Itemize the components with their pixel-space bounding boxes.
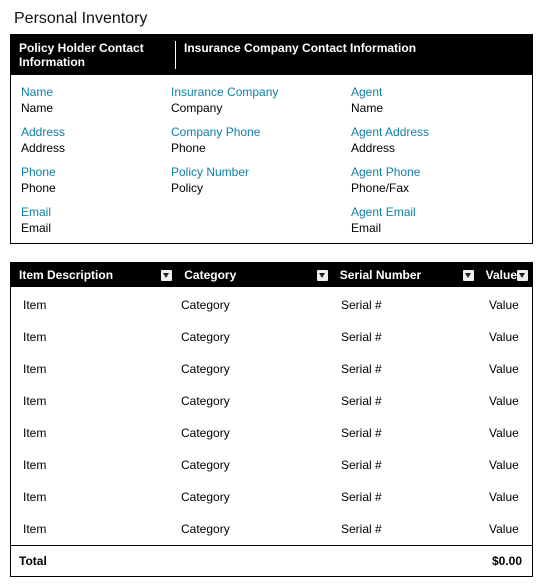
- contact-header-policy: Policy Holder Contact Information: [19, 41, 176, 69]
- cell-serial: Serial #: [341, 362, 483, 376]
- cell-category: Category: [181, 522, 341, 536]
- field-value: Address: [21, 141, 171, 155]
- cell-item: Item: [19, 458, 181, 472]
- header-serial-number[interactable]: Serial Number: [332, 268, 478, 282]
- inventory-card: Item Description Category Serial Number …: [10, 262, 533, 577]
- contact-row: Address AddressCompany Phone PhoneAgent Ad…: [21, 125, 522, 155]
- contact-card: Policy Holder Contact Information Insura…: [10, 34, 533, 244]
- cell-category: Category: [181, 298, 341, 312]
- cell-category: Category: [181, 330, 341, 344]
- inventory-body: ItemCategorySerial #ValueItemCategorySer…: [11, 287, 532, 545]
- table-row: ItemCategorySerial #Value: [19, 353, 524, 385]
- cell-serial: Serial #: [341, 458, 483, 472]
- table-row: ItemCategorySerial #Value: [19, 289, 524, 321]
- cell-category: Category: [181, 426, 341, 440]
- table-row: ItemCategorySerial #Value: [19, 417, 524, 449]
- header-value[interactable]: Value: [478, 268, 532, 282]
- total-value: $0.00: [492, 554, 524, 568]
- contact-field: Address Address: [21, 125, 171, 155]
- field-label: Phone: [21, 165, 171, 179]
- cell-item: Item: [19, 362, 181, 376]
- contact-field: Insurance Company Company: [171, 85, 351, 115]
- contact-field: Name Name: [21, 85, 171, 115]
- cell-item: Item: [19, 330, 181, 344]
- header-category[interactable]: Category: [176, 268, 332, 282]
- contact-field: Agent Address Address: [351, 125, 522, 155]
- cell-value: Value: [483, 490, 524, 504]
- filter-icon[interactable]: [517, 270, 528, 281]
- cell-category: Category: [181, 394, 341, 408]
- field-label: Agent Phone: [351, 165, 522, 179]
- page-title: Personal Inventory: [14, 10, 533, 28]
- cell-value: Value: [483, 362, 524, 376]
- contact-field: Email Email: [21, 205, 171, 235]
- contact-row: Email Email Agent Email Email: [21, 205, 522, 235]
- cell-item: Item: [19, 490, 181, 504]
- inventory-total-row: Total $0.00: [11, 545, 532, 576]
- cell-item: Item: [19, 426, 181, 440]
- field-label: Company Phone: [171, 125, 351, 139]
- field-value: Phone: [171, 141, 351, 155]
- cell-value: Value: [483, 522, 524, 536]
- cell-value: Value: [483, 458, 524, 472]
- cell-serial: Serial #: [341, 330, 483, 344]
- field-value: Address: [351, 141, 522, 155]
- contact-header-insurance: Insurance Company Contact Information: [176, 41, 524, 69]
- filter-icon[interactable]: [463, 270, 474, 281]
- filter-icon[interactable]: [161, 270, 172, 281]
- field-value: Email: [21, 221, 171, 235]
- cell-value: Value: [483, 394, 524, 408]
- field-value: Email: [351, 221, 522, 235]
- field-label: Address: [21, 125, 171, 139]
- table-row: ItemCategorySerial #Value: [19, 481, 524, 513]
- field-value: Name: [21, 101, 171, 115]
- cell-value: Value: [483, 426, 524, 440]
- field-value: Company: [171, 101, 351, 115]
- contact-field: [171, 205, 351, 235]
- cell-serial: Serial #: [341, 522, 483, 536]
- field-value: Phone: [21, 181, 171, 195]
- cell-category: Category: [181, 458, 341, 472]
- contact-field: Agent Email Email: [351, 205, 522, 235]
- field-label: Insurance Company: [171, 85, 351, 99]
- table-row: ItemCategorySerial #Value: [19, 513, 524, 545]
- field-label: Email: [21, 205, 171, 219]
- filter-icon[interactable]: [317, 270, 328, 281]
- table-row: ItemCategorySerial #Value: [19, 449, 524, 481]
- field-value: Policy: [171, 181, 351, 195]
- field-label: Name: [21, 85, 171, 99]
- field-value: Name: [351, 101, 522, 115]
- inventory-header: Item Description Category Serial Number …: [11, 263, 532, 287]
- cell-serial: Serial #: [341, 298, 483, 312]
- contact-field: Phone Phone: [21, 165, 171, 195]
- cell-category: Category: [181, 490, 341, 504]
- contact-row: Phone PhonePolicy Number PolicyAgent Phone…: [21, 165, 522, 195]
- cell-serial: Serial #: [341, 426, 483, 440]
- field-label: Agent Email: [351, 205, 522, 219]
- contact-field: Agent Name: [351, 85, 522, 115]
- header-item-description[interactable]: Item Description: [11, 268, 176, 282]
- cell-item: Item: [19, 298, 181, 312]
- table-row: ItemCategorySerial #Value: [19, 321, 524, 353]
- contact-field: Company Phone Phone: [171, 125, 351, 155]
- cell-value: Value: [483, 298, 524, 312]
- cell-category: Category: [181, 362, 341, 376]
- field-label: Policy Number: [171, 165, 351, 179]
- field-label: Agent Address: [351, 125, 522, 139]
- cell-item: Item: [19, 394, 181, 408]
- contact-field: Policy Number Policy: [171, 165, 351, 195]
- cell-value: Value: [483, 330, 524, 344]
- cell-serial: Serial #: [341, 490, 483, 504]
- contact-field: Agent Phone Phone/Fax: [351, 165, 522, 195]
- contact-row: Name NameInsurance Company CompanyAgent Nam…: [21, 85, 522, 115]
- total-label: Total: [19, 554, 492, 568]
- table-row: ItemCategorySerial #Value: [19, 385, 524, 417]
- field-label: Agent: [351, 85, 522, 99]
- contact-card-header: Policy Holder Contact Information Insura…: [11, 35, 532, 75]
- cell-item: Item: [19, 522, 181, 536]
- contact-body: Name NameInsurance Company CompanyAgent Nam…: [11, 75, 532, 243]
- cell-serial: Serial #: [341, 394, 483, 408]
- field-value: Phone/Fax: [351, 181, 522, 195]
